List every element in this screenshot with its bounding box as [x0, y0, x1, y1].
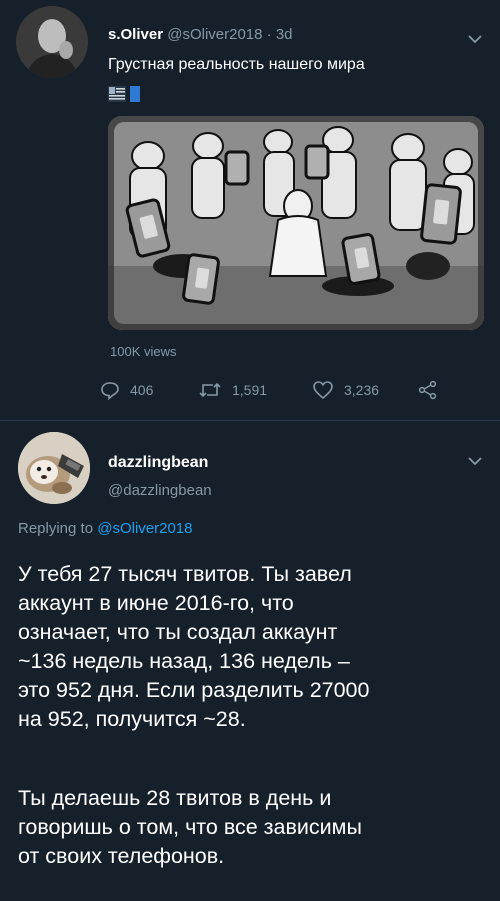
tweet-image[interactable] — [108, 116, 484, 330]
avatar[interactable] — [18, 432, 90, 504]
share-action[interactable] — [418, 380, 438, 400]
like-icon — [313, 381, 333, 400]
timestamp[interactable]: 3d — [276, 26, 293, 43]
tweet-header: s.Oliver @sOliver2018 · 3d — [108, 26, 293, 43]
like-count: 3,236 — [344, 382, 380, 398]
replying-prefix: Replying to — [18, 520, 98, 537]
replying-to: Replying to @sOliver2018 — [18, 520, 193, 537]
flag-icon — [130, 86, 140, 102]
reply-icon — [101, 382, 119, 400]
chevron-down-icon[interactable] — [468, 456, 482, 466]
emoji-row — [108, 84, 140, 104]
meta-separator: · — [266, 26, 272, 43]
handle[interactable]: @sOliver2018 — [167, 26, 262, 43]
view-count: 100K views — [110, 344, 177, 359]
avatar-photo — [16, 6, 88, 78]
cartoon-illustration — [108, 116, 484, 330]
reply-count: 406 — [130, 382, 154, 398]
like-action[interactable]: 3,236 — [312, 380, 379, 400]
avatar[interactable] — [16, 6, 88, 78]
retweet-count: 1,591 — [232, 382, 268, 398]
avatar-photo — [18, 432, 90, 504]
reply-action[interactable]: 406 — [100, 380, 153, 400]
tweet-text: У тебя 27 тысяч твитов. Ты завел аккаунт… — [18, 562, 370, 731]
mention-link[interactable]: @sOliver2018 — [97, 520, 192, 537]
retweet-action[interactable]: 1,591 — [198, 380, 267, 400]
tweet-main: s.Oliver @sOliver2018 · 3d Грустная реал… — [0, 0, 500, 420]
share-icon — [418, 380, 437, 400]
handle[interactable]: @dazzlingbean — [108, 482, 212, 499]
action-bar: 406 1,591 3,236 — [100, 380, 470, 410]
display-name[interactable]: dazzlingbean — [108, 454, 208, 472]
tweet-text-continued: Ты делаешь 28 твитов в день и говоришь о… — [18, 786, 362, 868]
divider — [0, 420, 500, 421]
display-name[interactable]: s.Oliver — [108, 26, 163, 43]
flag-icon — [108, 86, 126, 102]
tweet-text: Грустная реальность нашего мира — [108, 56, 365, 73]
chevron-down-icon[interactable] — [468, 34, 482, 44]
retweet-icon — [199, 382, 221, 398]
